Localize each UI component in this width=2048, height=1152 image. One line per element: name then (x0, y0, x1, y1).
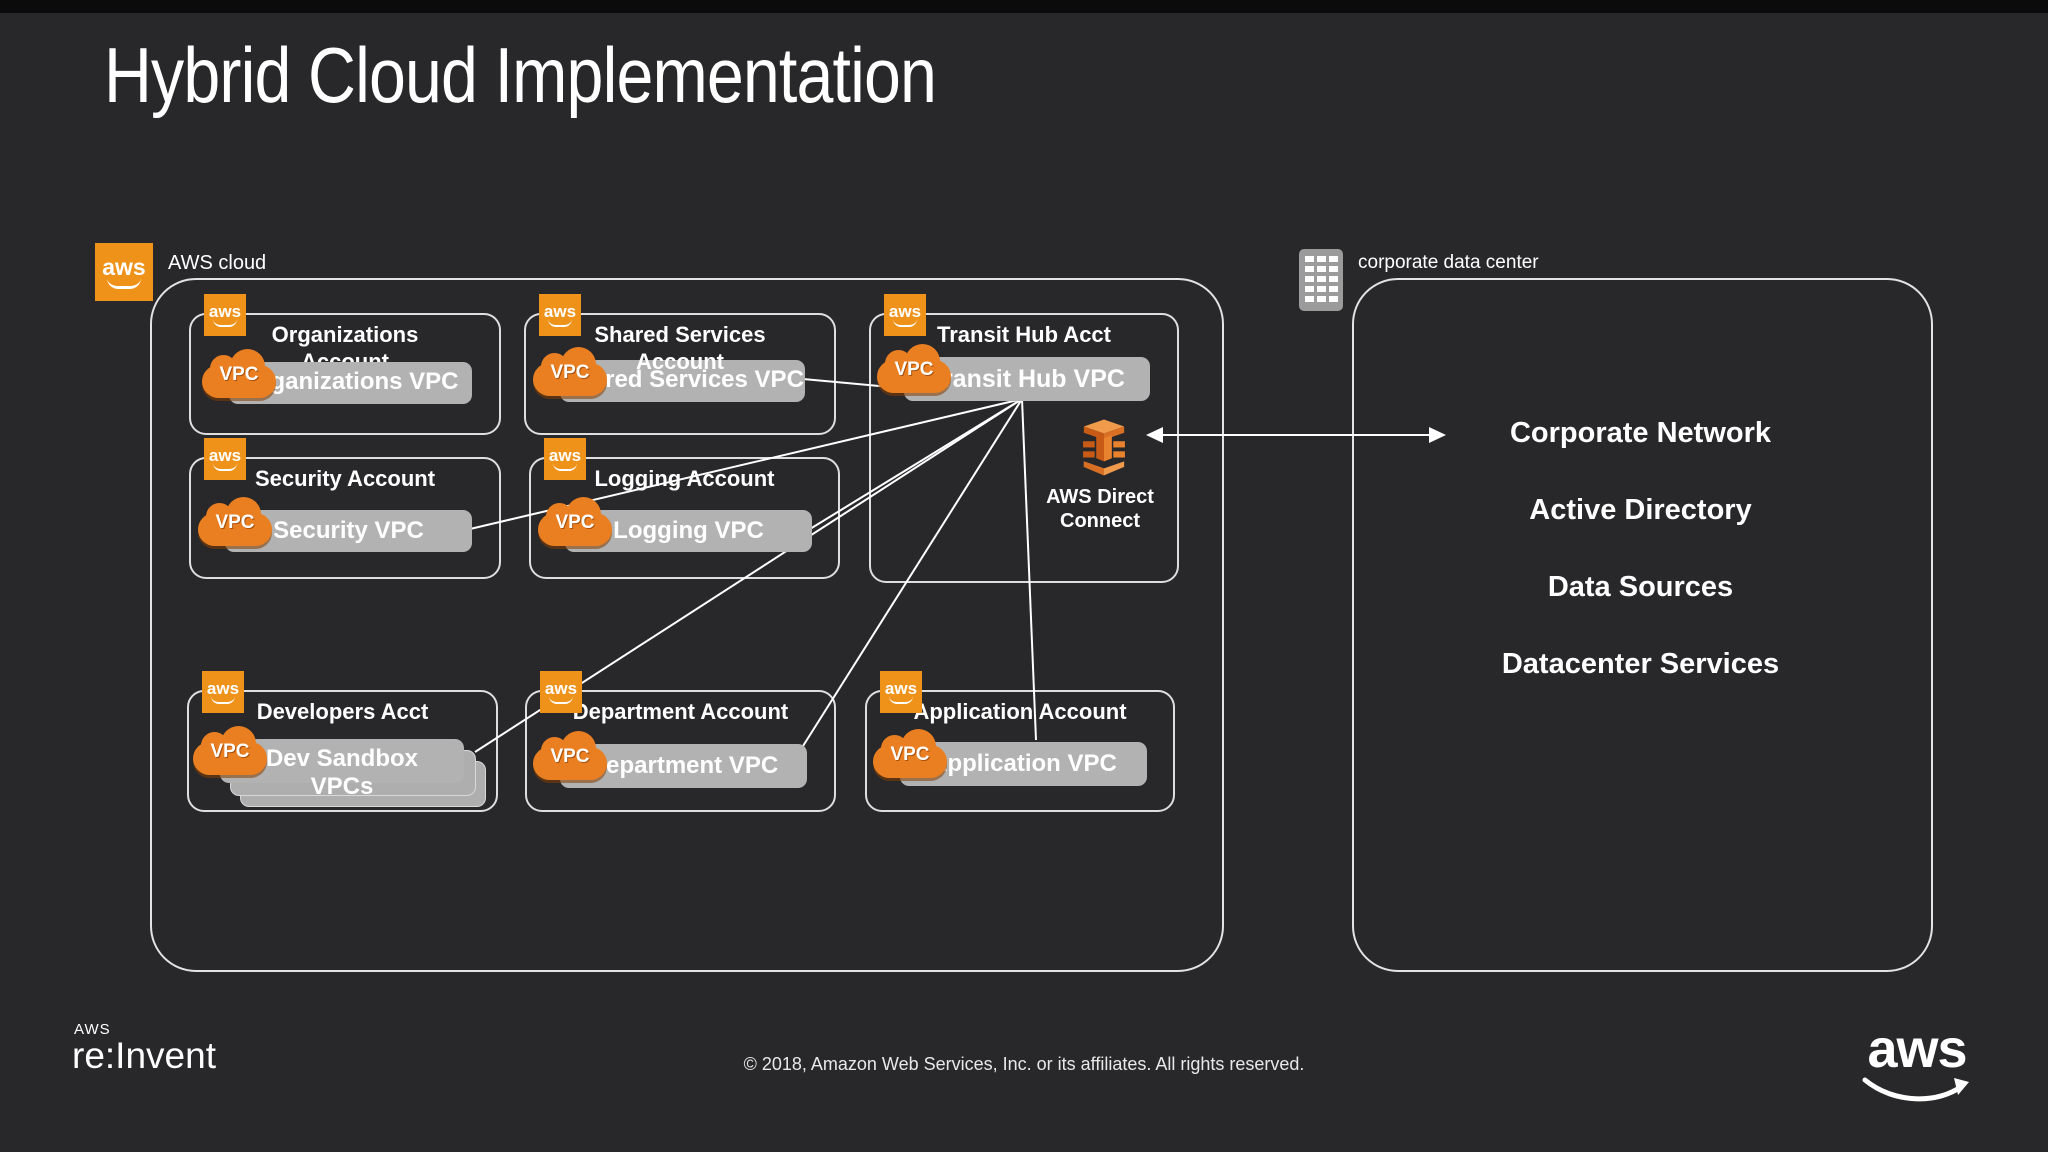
arrowhead-left (1146, 427, 1163, 443)
aws-badge-text: aws (206, 678, 240, 698)
aws-badge-icon: aws (204, 438, 246, 480)
vpc-icon: VPC (193, 725, 267, 777)
aws-smile-icon (213, 463, 237, 471)
aws-smile-icon (211, 696, 235, 704)
aws-smile-icon (553, 463, 577, 471)
corporate-building-icon (1298, 248, 1344, 317)
arrowhead-right (1429, 427, 1446, 443)
vpc-icon-text: VPC (219, 364, 259, 385)
aws-badge-text: aws (548, 445, 582, 465)
direct-connect-label: AWS Direct Connect (1046, 486, 1154, 532)
account-title: Application Account (913, 699, 1127, 724)
vpc-icon-text: VPC (215, 512, 255, 533)
vpc-icon: VPC (198, 496, 272, 548)
vpc-icon: VPC (877, 343, 951, 395)
aws-badge-text: aws (888, 301, 922, 321)
account-box-developers: aws Developers Acct VPC Dev Sandbox VPCs (187, 671, 498, 812)
vpc-icon-text: VPC (550, 746, 590, 767)
aws-badge-icon: aws (539, 294, 581, 336)
aws-smile-icon (893, 319, 917, 327)
account-title: Developers Acct (256, 699, 429, 724)
aws-badge-text: aws (543, 301, 577, 321)
vpc-icon-text: VPC (210, 741, 250, 762)
vpc-icon: VPC (873, 728, 947, 780)
aws-badge-icon: aws (544, 438, 586, 480)
account-title: Department Account (572, 699, 789, 724)
direct-connect-icon (1073, 418, 1135, 480)
vpc-icon: VPC (533, 346, 607, 398)
aws-badge-text: aws (208, 301, 242, 321)
aws-smile-icon (548, 319, 572, 327)
aws-badge-icon: aws (884, 294, 926, 336)
aws-badge-icon: aws (202, 671, 244, 713)
aws-badge-icon: aws (540, 671, 582, 713)
aws-smile-icon (213, 319, 237, 327)
vpc-icon-text: VPC (550, 362, 590, 383)
aws-cloud-icon: aws (95, 243, 153, 301)
aws-smile-icon (549, 696, 573, 704)
account-title: Security Account (254, 466, 436, 491)
vpc-icon-text: VPC (894, 359, 934, 380)
connection-lines (469, 378, 1446, 753)
aws-smile-icon (889, 696, 913, 704)
aws-badge-icon: aws (880, 671, 922, 713)
vpc-label: Dev Sandbox VPCs (265, 745, 419, 800)
aws-badge-text: aws (884, 678, 918, 698)
aws-smile-icon (107, 278, 141, 289)
vpc-icon-text: VPC (555, 512, 595, 533)
aws-badge-text: aws (544, 678, 578, 698)
vpc-icon: VPC (538, 496, 612, 548)
aws-badge-icon: aws (204, 294, 246, 336)
vpc-icon: VPC (533, 730, 607, 782)
vpc-icon: VPC (202, 348, 276, 400)
slide: Hybrid Cloud Implementation aws AWS clou… (0, 0, 2048, 1152)
account-title: Logging Account (594, 466, 775, 491)
aws-badge-text: aws (208, 445, 242, 465)
aws-badge-text: aws (102, 253, 146, 280)
vpc-icon-text: VPC (890, 744, 930, 765)
